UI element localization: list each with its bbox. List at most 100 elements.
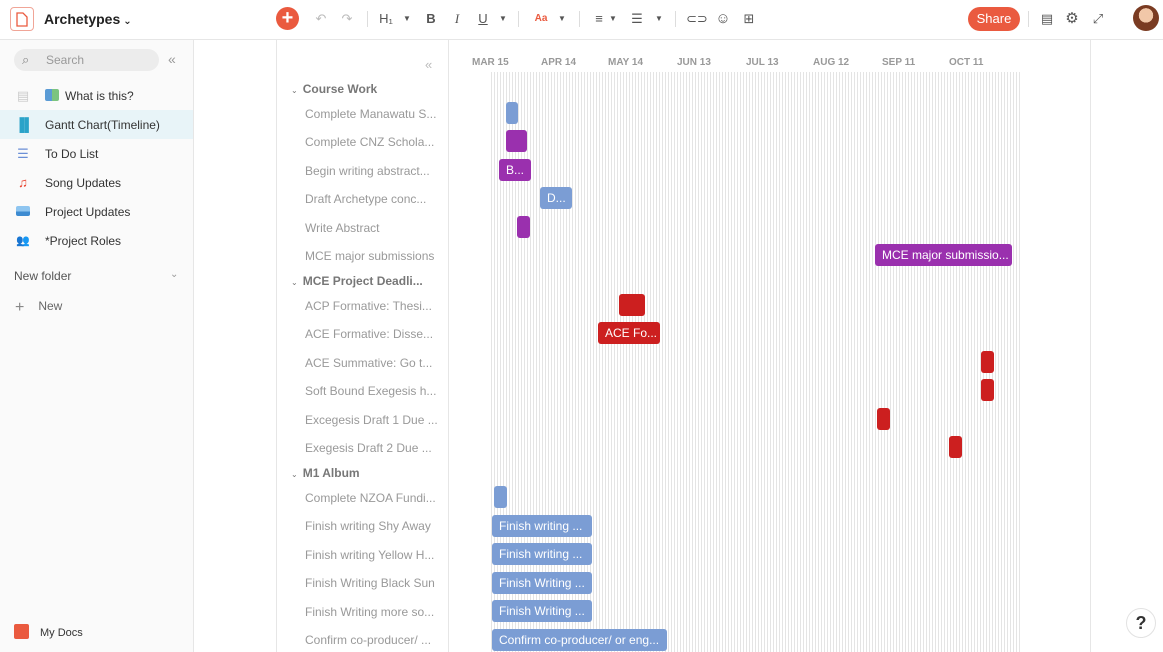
- document-icon[interactable]: [10, 7, 34, 31]
- sidebar-item-project-roles[interactable]: 👥 *Project Roles: [0, 226, 193, 255]
- gantt-bar[interactable]: [506, 102, 518, 124]
- month-label: JUL 13: [746, 57, 779, 68]
- align-icon[interactable]: ≡: [590, 8, 608, 30]
- task-row[interactable]: Exegesis Draft 2 Due ...: [305, 441, 432, 455]
- gantt-bar[interactable]: B...: [499, 159, 531, 181]
- heading-button[interactable]: H₁: [376, 8, 396, 30]
- gantt-bar[interactable]: ACE Fo...: [598, 322, 660, 344]
- comments-icon[interactable]: ▤: [1037, 8, 1057, 30]
- group-row[interactable]: ⌄ Course Work: [291, 82, 377, 96]
- chevron-down-icon[interactable]: ▼: [401, 8, 413, 30]
- undo-icon[interactable]: ↶: [312, 8, 330, 30]
- group-row[interactable]: ⌄ M1 Album: [291, 466, 360, 480]
- task-row[interactable]: ACE Formative: Disse...: [305, 327, 433, 341]
- gantt-bar[interactable]: [949, 436, 962, 458]
- month-label: OCT 11: [949, 57, 984, 68]
- collapse-sidebar-icon[interactable]: «: [168, 51, 176, 67]
- month-label: AUG 12: [813, 57, 850, 68]
- sidebar-item-label: Song Updates: [45, 176, 122, 190]
- task-row[interactable]: ACP Formative: Thesi...: [305, 299, 432, 313]
- chevron-down-icon: ⌄: [291, 86, 298, 95]
- doc-title[interactable]: Archetypes ⌄: [44, 11, 132, 27]
- share-button[interactable]: Share: [968, 7, 1020, 31]
- underline-button[interactable]: U: [474, 8, 492, 30]
- sidebar-item-label: To Do List: [45, 147, 99, 161]
- task-list: « ⌄ Course Work Complete Manawatu S... Co…: [277, 40, 449, 652]
- top-toolbar: Archetypes ⌄ + ↶ ↷ H₁ ▼ B I U ▼ Aa ▼ ≡ ▼ …: [0, 0, 1163, 40]
- task-row[interactable]: Soft Bound Exegesis h...: [305, 384, 436, 398]
- sidebar-item-gantt-chart[interactable]: ▐▌ Gantt Chart(Timeline): [0, 110, 193, 139]
- task-row[interactable]: Begin writing abstract...: [305, 164, 430, 178]
- gantt-bar[interactable]: Finish Writing ...: [492, 572, 592, 594]
- task-row[interactable]: Write Abstract: [305, 221, 379, 235]
- task-row[interactable]: Confirm co-producer/ ...: [305, 633, 431, 647]
- toolbar-divider: [579, 11, 580, 27]
- chevron-down-icon[interactable]: ▼: [556, 8, 568, 30]
- task-row[interactable]: Complete CNZ Schola...: [305, 135, 434, 149]
- gantt-bar[interactable]: Finish Writing ...: [492, 600, 592, 622]
- gantt-bar[interactable]: D...: [540, 187, 572, 209]
- sidebar-item-to-do-list[interactable]: ☰ To Do List: [0, 139, 193, 168]
- logo-icon: [14, 624, 29, 639]
- gantt-bar[interactable]: [494, 486, 507, 508]
- chevron-down-icon: ⌄: [123, 16, 132, 27]
- timeline-grid: [491, 72, 1021, 652]
- chevron-down-icon[interactable]: ▼: [497, 8, 509, 30]
- chevron-down-icon[interactable]: ⌄: [170, 269, 178, 280]
- expand-icon[interactable]: ⤢: [1088, 8, 1108, 30]
- emoji-icon[interactable]: ☺: [713, 8, 733, 30]
- help-button[interactable]: ?: [1126, 608, 1156, 638]
- my-docs-link[interactable]: My Docs: [14, 624, 83, 639]
- month-label: MAY 14: [608, 57, 644, 68]
- avatar[interactable]: [1133, 5, 1159, 31]
- month-label: SEP 11: [882, 57, 916, 68]
- task-row[interactable]: Finish writing Shy Away: [305, 519, 431, 533]
- comment-add-icon[interactable]: ⊞: [739, 8, 759, 30]
- gantt-bar[interactable]: [619, 294, 645, 316]
- task-row[interactable]: Finish writing Yellow H...: [305, 548, 434, 562]
- chevron-down-icon[interactable]: ▼: [653, 8, 665, 30]
- group-row[interactable]: ⌄ MCE Project Deadli...: [291, 274, 423, 288]
- italic-button[interactable]: I: [448, 8, 466, 30]
- link-icon[interactable]: ⊂⊃: [686, 8, 708, 30]
- font-size-button[interactable]: Aa: [530, 8, 552, 30]
- gantt-bar[interactable]: [981, 351, 994, 373]
- gantt-bar[interactable]: [506, 130, 527, 152]
- toolbar-divider: [518, 11, 519, 27]
- gantt-bar[interactable]: Finish writing ...: [492, 543, 592, 565]
- sidebar-item-song-updates[interactable]: ♫ Song Updates: [0, 168, 193, 197]
- chevron-down-icon: ⌄: [291, 278, 298, 287]
- task-row[interactable]: ACE Summative: Go t...: [305, 356, 432, 370]
- task-row[interactable]: Complete NZOA Fundi...: [305, 491, 436, 505]
- sidebar-item-project-updates[interactable]: Project Updates: [0, 197, 193, 226]
- month-label: MAR 15: [472, 57, 509, 68]
- list-icon[interactable]: ☰: [628, 8, 646, 30]
- gantt-bar[interactable]: Finish writing ...: [492, 515, 592, 537]
- gantt-bar[interactable]: [877, 408, 890, 430]
- chevron-down-icon[interactable]: ▼: [608, 8, 618, 30]
- new-page-button[interactable]: + New: [15, 299, 62, 317]
- search-icon: ⌕: [22, 52, 30, 67]
- page-icon: ▤: [16, 88, 30, 103]
- toolbar-divider: [675, 11, 676, 27]
- sidebar-item-label: Project Updates: [45, 205, 131, 219]
- redo-icon[interactable]: ↷: [338, 8, 356, 30]
- gear-icon[interactable]: ⚙: [1062, 8, 1082, 30]
- task-row[interactable]: MCE major submissions: [305, 249, 434, 263]
- task-row[interactable]: Draft Archetype conc...: [305, 192, 426, 206]
- bold-button[interactable]: B: [422, 8, 440, 30]
- task-row[interactable]: Finish Writing Black Sun: [305, 576, 435, 590]
- collapse-tasklist-icon[interactable]: «: [425, 57, 432, 72]
- gantt-bar[interactable]: Confirm co-producer/ or eng...: [492, 629, 667, 651]
- gantt-bar[interactable]: MCE major submissio...: [875, 244, 1012, 266]
- insert-plus-button[interactable]: +: [276, 7, 299, 30]
- gantt-bar[interactable]: [517, 216, 530, 238]
- sidebar-item-what-is-this[interactable]: ▤ What is this?: [0, 81, 193, 110]
- task-row[interactable]: Excegesis Draft 1 Due ...: [305, 413, 438, 427]
- search-input[interactable]: ⌕ Search: [14, 49, 159, 71]
- task-row[interactable]: Complete Manawatu S...: [305, 107, 436, 121]
- task-row[interactable]: Finish Writing more so...: [305, 605, 434, 619]
- plus-icon: +: [15, 299, 25, 316]
- folder-label[interactable]: New folder: [14, 269, 71, 283]
- gantt-bar[interactable]: [981, 379, 994, 401]
